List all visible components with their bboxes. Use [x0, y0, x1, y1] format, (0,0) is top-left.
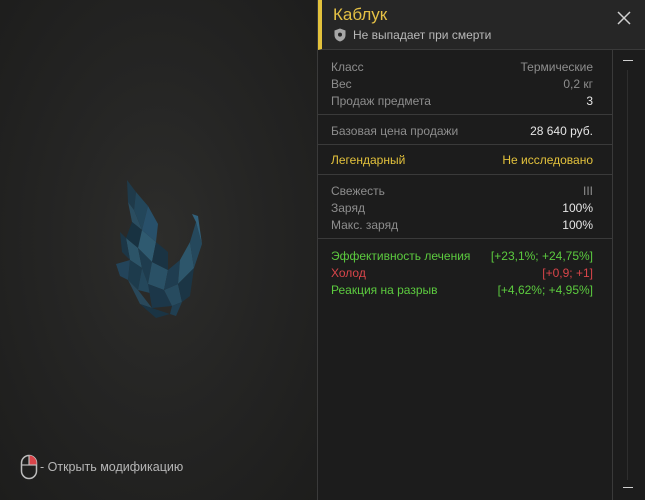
effect-row-healing: Эффективность лечения [+23,1%; +24,75%] [331, 247, 593, 264]
stat-label: Класс [331, 59, 364, 74]
item-header: Каблук Не выпадает при смерти [318, 0, 645, 50]
stat-value: 28 640 руб. [530, 123, 593, 138]
research-status: Не исследовано [502, 152, 593, 167]
effect-row-cold: Холод [+0,9; +1] [331, 264, 593, 281]
effect-label: Холод [331, 265, 366, 280]
scroll-top-marker[interactable] [623, 60, 633, 61]
mouse-right-click-icon [20, 454, 38, 480]
stat-value: 3 [586, 93, 593, 108]
basic-stats-section: Класс Термические Вес 0,2 кг Продаж пред… [318, 50, 612, 115]
stat-row-class: Класс Термические [331, 58, 593, 75]
effect-row-bleed-reaction: Реакция на разрыв [+4,62%; +4,95%] [331, 281, 593, 298]
stat-value: 100% [562, 200, 593, 215]
hint-text: - Открыть модификацию [40, 460, 184, 474]
open-modification-hint: - Открыть модификацию [20, 454, 183, 480]
stats-area: Класс Термические Вес 0,2 кг Продаж пред… [318, 50, 613, 500]
rarity-label: Легендарный [331, 152, 406, 167]
artifact-model-image[interactable] [112, 172, 212, 322]
stat-label: Свежесть [331, 183, 385, 198]
effect-value: [+4,62%; +4,95%] [497, 282, 593, 297]
effect-label: Эффективность лечения [331, 248, 471, 263]
item-preview-pane: - Открыть модификацию [0, 0, 318, 500]
price-section: Базовая цена продажи 28 640 руб. [318, 115, 612, 145]
stat-row-base-price: Базовая цена продажи 28 640 руб. [331, 122, 593, 139]
stat-value: 0,2 кг [563, 76, 593, 91]
effect-label: Реакция на разрыв [331, 282, 438, 297]
stat-label: Базовая цена продажи [331, 123, 459, 138]
stat-row-freshness: Свежесть III [331, 182, 593, 199]
rarity-row: Легендарный Не исследовано [331, 151, 593, 168]
stat-label: Макс. заряд [331, 217, 399, 232]
stat-row-charge: Заряд 100% [331, 199, 593, 216]
stat-label: Вес [331, 76, 352, 91]
item-inspect-window: - Открыть модификацию Каблук Не выпадает… [0, 0, 645, 500]
stat-row-weight: Вес 0,2 кг [331, 75, 593, 92]
stat-row-sales: Продаж предмета 3 [331, 92, 593, 109]
item-subtitle: Не выпадает при смерти [334, 27, 491, 43]
shield-icon [334, 28, 346, 42]
stat-value: 100% [562, 217, 593, 232]
scroll-track[interactable] [627, 70, 628, 480]
stats-scrollbar[interactable] [613, 50, 645, 500]
item-title: Каблук [333, 5, 388, 24]
freshness-section: Свежесть III Заряд 100% Макс. заряд 100% [318, 175, 612, 239]
effect-value: [+0,9; +1] [542, 265, 593, 280]
stat-label: Продаж предмета [331, 93, 431, 108]
stat-label: Заряд [331, 200, 365, 215]
stat-row-max-charge: Макс. заряд 100% [331, 216, 593, 233]
stat-value: III [582, 183, 593, 198]
scroll-bottom-marker[interactable] [623, 487, 633, 488]
no-drop-on-death-label: Не выпадает при смерти [353, 28, 492, 42]
effect-value: [+23,1%; +24,75%] [490, 248, 593, 263]
stat-value: Термические [520, 59, 593, 74]
effects-section: Эффективность лечения [+23,1%; +24,75%] … [318, 239, 612, 304]
close-icon[interactable] [615, 9, 633, 27]
item-info-panel: Каблук Не выпадает при смерти Класс Терм… [318, 0, 645, 500]
rarity-section: Легендарный Не исследовано [318, 145, 612, 175]
